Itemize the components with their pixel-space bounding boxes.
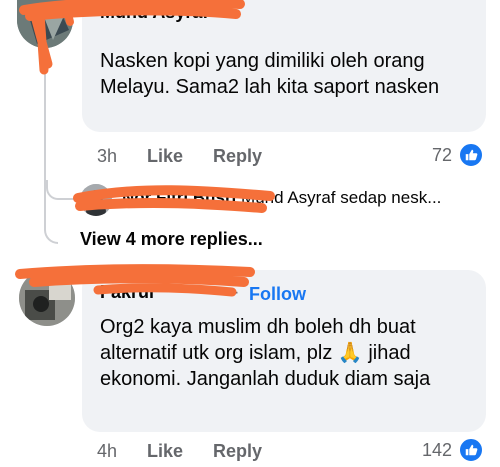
reaction-count-1[interactable]: 72 — [432, 145, 452, 166]
follow-separator: · — [234, 284, 240, 301]
like-reaction-icon — [458, 142, 484, 168]
avatar-image — [19, 270, 75, 326]
reply-preview[interactable]: Nor Fitri Busri Muhd Asyraf sedap nesk..… — [122, 188, 490, 208]
comment-author-2[interactable]: Fakrul — [100, 282, 154, 303]
avatar-commenter-1[interactable] — [17, 0, 73, 48]
comment-author-1[interactable]: Muhd Asyraf — [100, 2, 208, 22]
avatar-commenter-2[interactable] — [19, 270, 75, 326]
reply-mention[interactable]: Muhd Asyraf — [241, 188, 336, 207]
view-more-replies-link[interactable]: View 4 more replies... — [80, 229, 263, 250]
comment-time-2: 4h — [97, 441, 118, 461]
reply-button-1[interactable]: Reply — [213, 146, 262, 167]
comment-text-1: Nasken kopi yang dimiliki oleh orang Mel… — [100, 50, 440, 98]
reply-author[interactable]: Nor Fitri Busri — [122, 188, 236, 207]
like-button-2[interactable]: Like — [147, 441, 183, 462]
thread-line — [44, 56, 58, 244]
comment-text-2: Org2 kaya muslim dh boleh dh buat altern… — [100, 316, 431, 390]
like-button-1[interactable]: Like — [147, 146, 183, 167]
reply-preview-text: sedap nesk... — [340, 188, 442, 207]
reply-button-2[interactable]: Reply — [213, 441, 262, 462]
follow-button[interactable]: Follow — [249, 284, 306, 305]
thread-branch — [46, 180, 74, 200]
like-reaction-icon — [458, 437, 484, 463]
comment-time-1: 3h — [97, 146, 118, 166]
avatar-image — [80, 184, 112, 216]
avatar-image — [17, 0, 73, 48]
reaction-count-2[interactable]: 142 — [422, 440, 452, 461]
avatar-reply[interactable] — [80, 184, 112, 216]
